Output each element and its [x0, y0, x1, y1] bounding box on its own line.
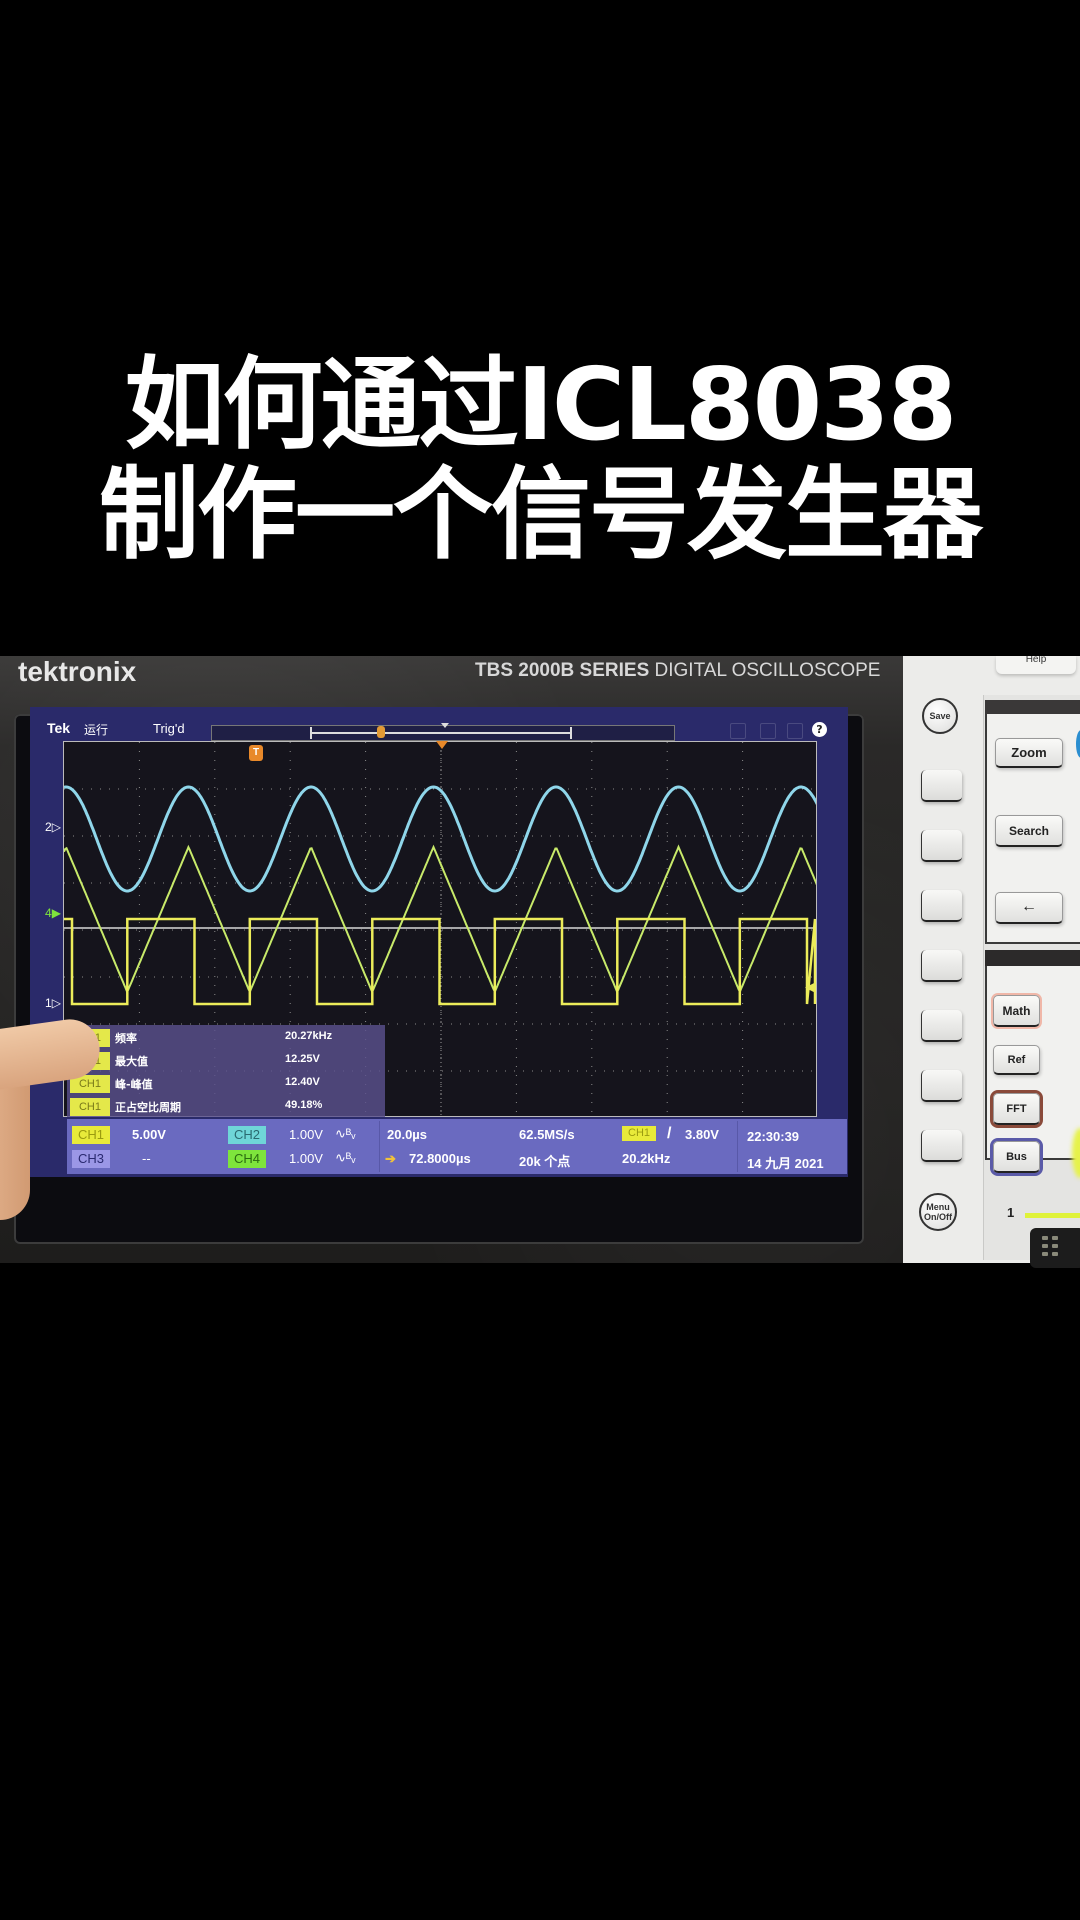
divider [379, 1121, 380, 1172]
record-trigger-marker [377, 726, 385, 738]
measurement-channel-badge: CH1 [70, 1098, 110, 1116]
side-menu-button-3[interactable] [921, 890, 962, 922]
record-position-indicator [441, 723, 449, 728]
search-button[interactable]: Search [995, 815, 1063, 847]
measurement-panel: CH1 频率 20.27kHz CH1 最大值 12.25V CH1 峰-峰值 … [67, 1025, 385, 1117]
ch4-scale: 1.00V [289, 1151, 323, 1166]
ch2-badge[interactable]: CH2 [228, 1126, 267, 1144]
side-menu-button-7[interactable] [921, 1130, 962, 1162]
clock-date: 14 九月 2021 [747, 1156, 824, 1171]
help-icon[interactable]: ? [812, 722, 827, 737]
brand-logo: tektronix [18, 656, 137, 687]
status-bar: CH1 5.00V CH3 -- CH2 1.00V ∿ᴮᵥ CH4 1.00V… [67, 1119, 847, 1174]
record-length: 20k 个点 [519, 1154, 571, 1169]
measurement-label: 最大值 [115, 1055, 148, 1068]
side-menu-button-4[interactable] [921, 950, 962, 982]
clock-time: 22:30:39 [747, 1129, 800, 1144]
ch2-coupling-icon: ∿ᴮᵥ [335, 1126, 356, 1141]
wifi-icon [730, 723, 746, 739]
back-arrow-button[interactable]: ← [995, 892, 1063, 924]
help-button[interactable]: Help [996, 656, 1076, 674]
menu-label: Menu [926, 1202, 950, 1212]
divider [737, 1121, 738, 1172]
screen-top-bar: Tek 运行 Trig'd ? [30, 720, 848, 742]
ch1-square-trace [64, 917, 816, 1006]
video-title-line-2: 制作一个信号发生器 [99, 456, 983, 573]
bus-button[interactable]: Bus [993, 1141, 1040, 1173]
ch1-ground-marker[interactable]: 1▷ [45, 996, 61, 1010]
model-series: TBS 2000B SERIES [475, 660, 650, 681]
run-state: 运行 [84, 723, 109, 737]
ch1-badge[interactable]: CH1 [72, 1126, 111, 1144]
measurement-row[interactable]: CH1 正占空比周期 49.18% [67, 1097, 385, 1117]
network-icon [760, 723, 776, 739]
ch4-ground-marker[interactable]: 4▶ [45, 906, 61, 920]
math-button[interactable]: Math [993, 995, 1040, 1027]
section-header [985, 950, 1080, 966]
model-type: DIGITAL OSCILLOSCOPE [654, 660, 881, 681]
tek-logo: Tek [47, 720, 71, 736]
measurement-value: 12.40V [285, 1076, 320, 1088]
trigger-position-marker: T [249, 745, 263, 761]
save-button[interactable]: Save [922, 698, 958, 734]
trigger-state: Trig'd [153, 721, 185, 736]
measurement-label: 频率 [115, 1032, 137, 1045]
ch3-badge[interactable]: CH3 [72, 1150, 111, 1168]
zoom-knob[interactable] [1076, 730, 1080, 758]
ch4-coupling-icon: ∿ᴮᵥ [335, 1150, 356, 1165]
ch1-color-bar [1025, 1213, 1080, 1218]
position-arrow-icon: ➔ [385, 1151, 396, 1166]
ch2-scale: 1.00V [289, 1127, 323, 1142]
measurement-label: 峰-峰值 [115, 1078, 153, 1091]
trigger-frequency: 20.2kHz [622, 1151, 671, 1166]
side-menu-button-1[interactable] [921, 770, 962, 802]
record-window [310, 727, 572, 739]
sample-rate: 62.5MS/s [519, 1127, 575, 1142]
trigger-level[interactable]: 3.80V [685, 1127, 719, 1142]
ch1-marker-label: 1 [45, 996, 52, 1010]
ref-button[interactable]: Ref [993, 1045, 1040, 1075]
horizontal-position[interactable]: 72.8000µs [409, 1151, 471, 1166]
usb-icon [787, 723, 803, 739]
measurement-value: 12.25V [285, 1053, 320, 1065]
side-menu-button-2[interactable] [921, 830, 962, 862]
measurement-label: 正占空比周期 [115, 1101, 181, 1114]
channel-number-label: 1 [1007, 1205, 1015, 1220]
side-menu-button-5[interactable] [921, 1010, 962, 1042]
ch3-scale: -- [142, 1151, 151, 1166]
trigger-source-badge[interactable]: CH1 [622, 1126, 657, 1141]
measurement-value: 20.27kHz [285, 1030, 333, 1042]
video-title-line-1: 如何通过ICL8038 [124, 346, 958, 463]
timebase[interactable]: 20.0µs [387, 1127, 427, 1142]
ch1-scale: 5.00V [132, 1127, 166, 1142]
side-menu-button-6[interactable] [921, 1070, 962, 1102]
ch2-marker-label: 2 [45, 820, 52, 834]
measurement-row[interactable]: CH1 峰-峰值 12.40V [67, 1074, 385, 1094]
measurement-row[interactable]: CH1 最大值 12.25V [67, 1051, 385, 1071]
measurement-value: 49.18% [285, 1099, 323, 1111]
menu-on-off-button[interactable]: Menu On/Off [919, 1193, 957, 1231]
ch4-badge[interactable]: CH4 [228, 1150, 267, 1168]
zoom-button[interactable]: Zoom [995, 738, 1063, 768]
trigger-slope-icon: / [667, 1125, 672, 1142]
ch2-ground-marker[interactable]: 2▷ [45, 820, 61, 834]
model-label: TBS 2000B SERIES DIGITAL OSCILLOSCOPE [475, 660, 880, 682]
trigger-level-marker[interactable]: ◀ [805, 980, 815, 995]
section-header [985, 700, 1080, 714]
fft-button[interactable]: FFT [993, 1093, 1040, 1125]
measurement-row[interactable]: CH1 频率 20.27kHz [67, 1028, 385, 1048]
horizontal-position-marker [436, 741, 448, 749]
channel-connector [1030, 1228, 1080, 1268]
ch4-marker-label: 4 [45, 906, 52, 920]
on-off-label: On/Off [924, 1212, 952, 1222]
